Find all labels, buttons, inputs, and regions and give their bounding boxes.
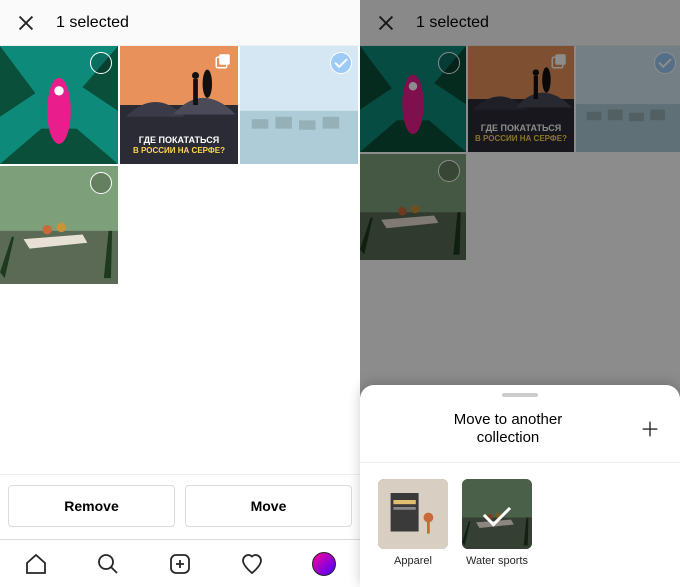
collection-label: Water sports [462, 555, 532, 567]
collection-thumbnail [378, 479, 448, 549]
selection-circle-icon [90, 52, 112, 74]
collection-thumbnail [462, 479, 532, 549]
multi-photo-icon [214, 52, 232, 70]
thumbnail-caption: ГДЕ ПОКАТАТЬСЯВ РОССИИ НА СЕРФЕ? [124, 136, 234, 156]
collections-row: Apparel Water sports [360, 463, 680, 567]
bottom-sheet: Move to anothercollection Apparel Water s… [360, 385, 680, 587]
thumbnail[interactable] [0, 166, 118, 284]
selection-circle-icon [330, 52, 352, 74]
home-icon[interactable] [24, 552, 48, 576]
close-icon[interactable] [14, 11, 38, 35]
thumbnail[interactable]: ГДЕ ПОКАТАТЬСЯВ РОССИИ НА СЕРФЕ? [120, 46, 238, 164]
move-button[interactable]: Move [185, 485, 352, 527]
thumbnail[interactable] [240, 46, 358, 164]
remove-button[interactable]: Remove [8, 485, 175, 527]
collection-item[interactable]: Water sports [462, 479, 532, 567]
drag-handle[interactable] [502, 393, 538, 397]
collection-item[interactable]: Apparel [378, 479, 448, 567]
profile-icon[interactable] [312, 552, 336, 576]
header: 1 selected [0, 0, 360, 46]
new-post-icon[interactable] [168, 552, 192, 576]
thumbnail-grid: ГДЕ ПОКАТАТЬСЯВ РОССИИ НА СЕРФЕ? [0, 46, 360, 284]
avatar [312, 552, 336, 576]
left-pane: 1 selected ГДЕ ПОКАТАТЬСЯВ РОССИИ НА СЕР… [0, 0, 360, 587]
search-icon[interactable] [96, 552, 120, 576]
activity-icon[interactable] [240, 552, 264, 576]
right-pane: 1 selected ГДЕ ПОКАТАТЬСЯВ РОССИИ НА СЕР… [360, 0, 680, 587]
plus-icon[interactable] [638, 417, 662, 441]
collection-label: Apparel [378, 555, 448, 567]
selection-circle-icon [90, 172, 112, 194]
thumbnail[interactable] [0, 46, 118, 164]
sheet-title: Move to anothercollection [378, 411, 638, 449]
action-bar: Remove Move [0, 474, 360, 537]
tab-bar [0, 539, 360, 587]
header-title: 1 selected [56, 14, 129, 32]
